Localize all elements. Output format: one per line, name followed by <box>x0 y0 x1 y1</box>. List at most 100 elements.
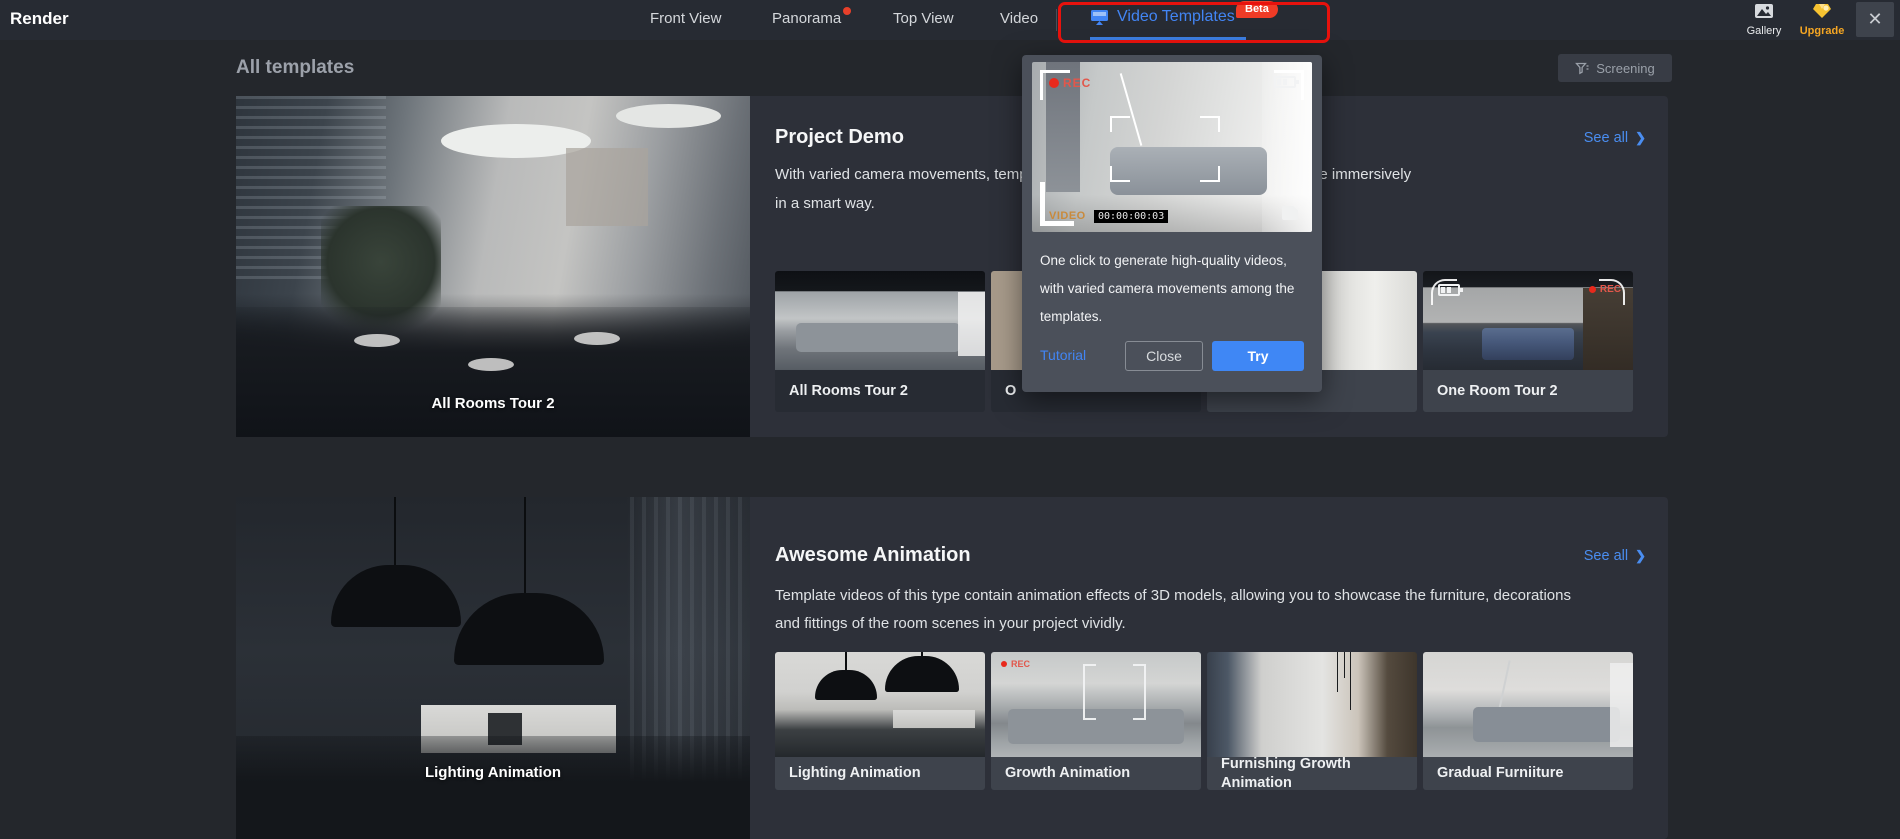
decor <box>1350 652 1351 710</box>
tab-video-templates[interactable]: Video Templates <box>1090 8 1235 26</box>
screening-button[interactable]: Screening <box>1558 54 1672 82</box>
template-card-label: Gradual Furniiture <box>1423 757 1633 790</box>
decor <box>236 307 750 437</box>
focus-bracket-icon <box>1110 166 1130 182</box>
feature-template-lighting-animation[interactable]: Lighting Animation <box>236 497 750 839</box>
template-card-label: Lighting Animation <box>775 757 985 790</box>
decor <box>958 292 985 356</box>
decor <box>394 497 396 567</box>
tab-top-view[interactable]: Top View <box>893 10 954 27</box>
feature-template-all-rooms-tour-2[interactable]: All Rooms Tour 2 <box>236 96 750 437</box>
gem-icon <box>1812 3 1832 19</box>
upgrade-button[interactable]: Upgrade <box>1794 3 1850 37</box>
template-card-lighting-animation[interactable]: Lighting Animation <box>775 652 985 790</box>
template-thumbnail <box>1207 652 1417 757</box>
focus-bracket-icon <box>1133 664 1146 720</box>
rec-dot-icon <box>1589 286 1596 293</box>
video-preview: REC VIDEO 00:00:00:03 <box>1032 62 1312 232</box>
rec-indicator: REC <box>1001 659 1030 669</box>
close-window-button[interactable]: ✕ <box>1856 2 1894 37</box>
decor <box>845 652 847 670</box>
page-title: All templates <box>236 57 354 79</box>
decor <box>468 358 514 371</box>
section-awesome-animation: Lighting Animation Awesome Animation See… <box>236 497 1668 839</box>
template-card-growth-animation[interactable]: REC Growth Animation <box>991 652 1201 790</box>
tab-front-view[interactable]: Front View <box>650 10 721 27</box>
battery-icon <box>1438 284 1460 296</box>
close-icon: ✕ <box>1867 9 1882 29</box>
template-thumbnail <box>775 652 985 757</box>
decor <box>885 656 959 692</box>
template-thumbnail: REC <box>991 652 1201 757</box>
sd-card-icon <box>1282 206 1298 220</box>
app-title: Render <box>10 9 69 29</box>
battery-icon <box>1274 76 1296 88</box>
tab-video-templates-label: Video Templates <box>1117 8 1235 26</box>
rec-dot-icon <box>1049 78 1059 88</box>
video-mode-label: VIDEO <box>1049 210 1086 222</box>
feature-caption: Lighting Animation <box>236 764 750 781</box>
decor <box>1473 707 1620 743</box>
section-title: Awesome Animation <box>775 544 971 567</box>
gallery-button[interactable]: Gallery <box>1736 3 1792 37</box>
decor <box>236 736 750 839</box>
template-thumbnail: REC <box>1423 271 1633 370</box>
template-card-furnishing-growth-animation[interactable]: Furnishing Growth Animation <box>1207 652 1417 790</box>
chevron-right-icon: ❯ <box>1635 548 1646 564</box>
render-window: Render Front View Panorama Top View Vide… <box>0 0 1900 839</box>
decor <box>1482 328 1574 360</box>
decor <box>574 332 620 345</box>
decor <box>1110 147 1267 195</box>
see-all-link[interactable]: See all ❯ <box>1584 548 1646 564</box>
popup-close-button[interactable]: Close <box>1125 341 1203 371</box>
template-card-all-rooms-tour-2[interactable]: All Rooms Tour 2 <box>775 271 985 412</box>
focus-bracket-icon <box>1200 116 1220 132</box>
nav-divider <box>1056 9 1057 31</box>
section-description: Template videos of this type contain ani… <box>775 582 1585 638</box>
template-card-label: One Room Tour 2 <box>1423 370 1633 412</box>
decor <box>1120 73 1143 145</box>
decor <box>1337 652 1338 692</box>
decor <box>1610 663 1633 747</box>
rec-dot-icon <box>1001 661 1007 667</box>
template-thumbnail <box>1423 652 1633 757</box>
feature-caption: All Rooms Tour 2 <box>236 395 750 412</box>
notification-dot <box>843 7 851 15</box>
tab-video[interactable]: Video <box>1000 10 1038 27</box>
rec-indicator: REC <box>1049 76 1091 90</box>
tab-panorama[interactable]: Panorama <box>772 10 841 27</box>
template-card-one-room-tour-2[interactable]: REC One Room Tour 2 <box>1423 271 1633 412</box>
topbar: Render Front View Panorama Top View Vide… <box>0 0 1900 40</box>
decor <box>331 565 461 627</box>
template-card-label: Growth Animation <box>991 757 1201 790</box>
decor <box>796 323 960 353</box>
decor <box>815 670 877 700</box>
section-title: Project Demo <box>775 126 904 149</box>
timecode: 00:00:00:03 <box>1094 210 1168 223</box>
focus-bracket-icon <box>1110 116 1130 132</box>
tutorial-link[interactable]: Tutorial <box>1040 347 1086 363</box>
beta-badge: Beta <box>1236 1 1278 18</box>
monitor-icon <box>1090 9 1109 26</box>
chevron-right-icon: ❯ <box>1635 130 1646 146</box>
filter-icon <box>1575 62 1589 75</box>
rec-indicator: REC <box>1589 284 1621 295</box>
gallery-icon <box>1754 3 1774 19</box>
template-card-gradual-furniture[interactable]: Gradual Furniiture <box>1423 652 1633 790</box>
popup-description: One click to generate high-quality video… <box>1040 247 1312 331</box>
see-all-link[interactable]: See all ❯ <box>1584 130 1646 146</box>
template-thumbnail <box>775 271 985 370</box>
template-card-label: Furnishing Growth Animation <box>1207 757 1417 790</box>
decor <box>354 334 400 347</box>
focus-bracket-icon <box>1083 664 1096 720</box>
decor <box>454 593 604 665</box>
focus-bracket-icon <box>1200 166 1220 182</box>
video-templates-popup: REC VIDEO 00:00:00:03 One click to gener… <box>1022 55 1322 392</box>
decor <box>566 148 648 226</box>
active-tab-underline <box>1090 37 1246 40</box>
decor <box>616 104 721 128</box>
decor <box>524 497 526 595</box>
decor <box>1344 652 1345 678</box>
decor <box>893 710 975 728</box>
popup-try-button[interactable]: Try <box>1212 341 1304 371</box>
